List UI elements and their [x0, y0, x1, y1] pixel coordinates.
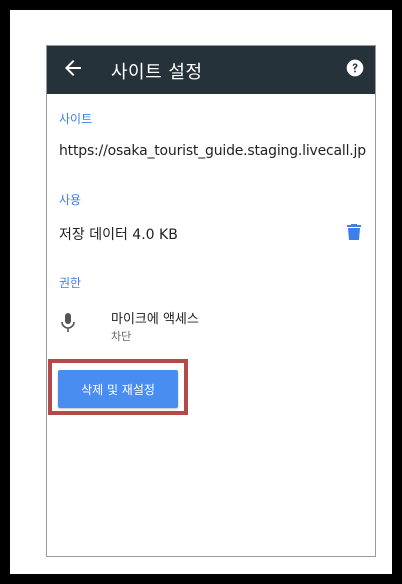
site-section-label: 사이트: [59, 112, 93, 126]
usage-section-label: 사용: [59, 193, 82, 207]
permission-title: 마이크에 액세스: [111, 312, 199, 327]
trash-icon[interactable]: [347, 224, 361, 240]
clear-and-reset-button[interactable]: 삭제 및 재설정: [58, 370, 178, 408]
screenshot-frame: 사이트 설정 사이트 https://osaka_tourist_guide.s…: [10, 10, 392, 574]
page-title: 사이트 설정: [111, 62, 203, 83]
help-icon[interactable]: [345, 58, 365, 78]
app-bar: 사이트 설정: [47, 46, 375, 94]
microphone-icon: [61, 313, 75, 332]
permissions-section-label: 권한: [59, 276, 82, 290]
back-arrow-icon[interactable]: [61, 56, 85, 80]
permission-status: 차단: [111, 330, 132, 343]
stored-data-text: 저장 데이터 4.0 KB: [59, 227, 178, 243]
site-url: https://osaka_tourist_guide.staging.live…: [59, 143, 366, 159]
phone-screen: 사이트 설정 사이트 https://osaka_tourist_guide.s…: [46, 45, 376, 557]
